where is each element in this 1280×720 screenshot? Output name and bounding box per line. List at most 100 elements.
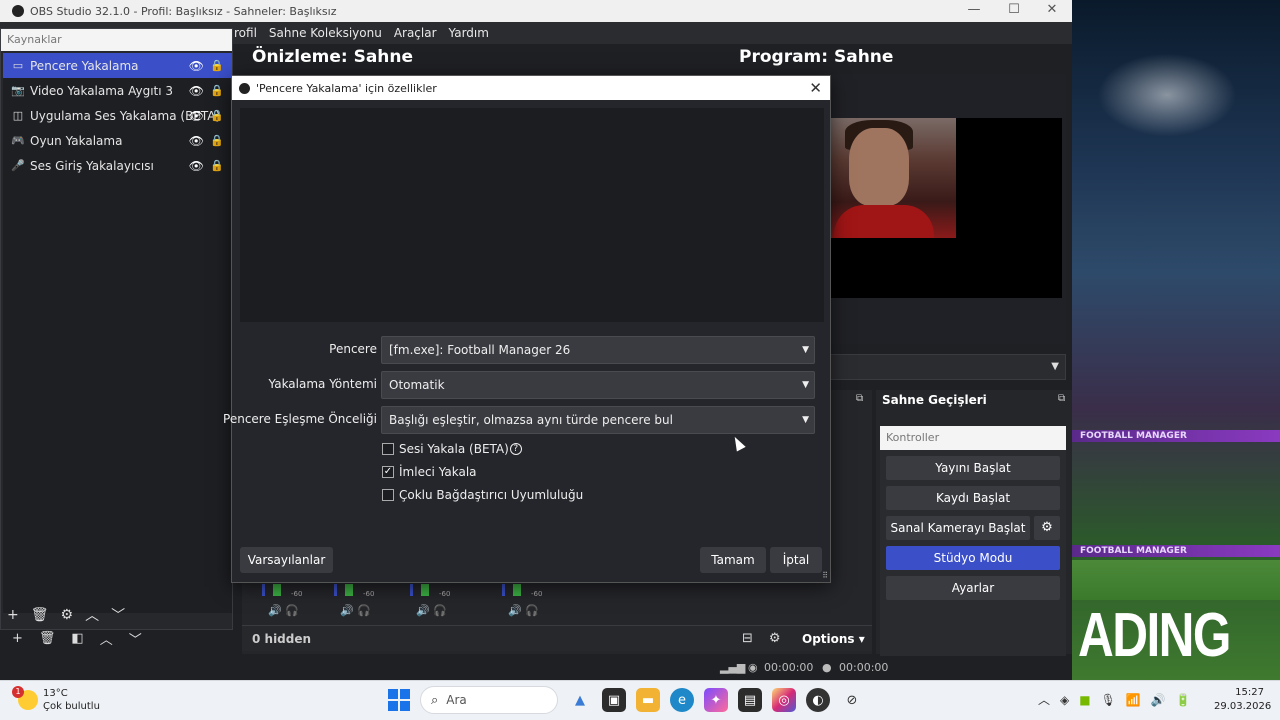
menu-help[interactable]: Yardım: [443, 26, 495, 40]
capture-method-select[interactable]: Otomatik ▼: [381, 371, 815, 399]
eye-icon[interactable]: 👁: [189, 84, 204, 98]
cancel-button[interactable]: İptal: [770, 547, 822, 573]
chevron-down-icon[interactable]: ﹀: [129, 629, 142, 648]
start-virtual-camera-button[interactable]: Sanal Kamerayı Başlat: [886, 516, 1030, 540]
obs-logo-icon: [239, 82, 250, 94]
undock-icon[interactable]: ⧉: [1058, 393, 1065, 404]
eye-icon[interactable]: 👁: [189, 159, 204, 173]
source-item-app-audio[interactable]: ◫ Uygulama Ses Yakalama (BETA) 👁 🔒: [3, 103, 232, 128]
help-icon[interactable]: ?: [509, 443, 522, 455]
undock-icon[interactable]: ⧉: [856, 393, 863, 404]
microphone-icon[interactable]: 🎙: [1101, 693, 1116, 707]
checkbox-checked[interactable]: ✓: [382, 466, 394, 478]
eye-icon[interactable]: 👁: [189, 134, 204, 148]
defaults-button[interactable]: Varsayılanlar: [240, 547, 333, 573]
search-icon: ⌕: [431, 692, 439, 708]
channel-4-controls[interactable]: 🔊 🎧: [508, 604, 539, 617]
channel-2-controls[interactable]: 🔊 🎧: [340, 604, 371, 617]
minimize-button[interactable]: —: [954, 0, 994, 22]
start-record-button[interactable]: Kaydı Başlat: [886, 486, 1060, 510]
match-priority-row: Pencere Eşleşme Önceliği Başlığı eşleşti…: [223, 406, 832, 434]
match-priority-select[interactable]: Başlığı eşleştir, olmazsa aynı türde pen…: [381, 406, 815, 434]
copilot-icon[interactable]: ✦: [704, 688, 728, 712]
chevron-up-icon[interactable]: ︿: [1038, 691, 1050, 708]
edge-browser-icon[interactable]: e: [670, 688, 694, 712]
studio-mode-button[interactable]: Stüdyo Modu: [886, 546, 1060, 570]
microphone-icon: 🎤: [11, 159, 25, 172]
close-icon[interactable]: ✕: [809, 79, 822, 97]
source-item-window-capture[interactable]: ▭ Pencere Yakalama 👁 🔒: [3, 53, 232, 78]
source-item-video-capture[interactable]: 📷 Video Yakalama Aygıtı 3 👁 🔒: [3, 78, 232, 103]
trash-icon[interactable]: 🗑: [31, 607, 49, 623]
lock-icon[interactable]: 🔒: [210, 134, 224, 147]
taskbar-search[interactable]: ⌕ Ara: [420, 686, 558, 714]
nvidia-icon[interactable]: ■: [1079, 693, 1090, 707]
capture-method-label: Yakalama Yöntemi: [268, 377, 377, 391]
multi-adapter-checkbox[interactable]: Çoklu Bağdaştırıcı Uyumluluğu: [382, 486, 583, 504]
lock-icon[interactable]: 🔒: [210, 109, 224, 122]
gear-icon[interactable]: ⚙: [61, 607, 74, 623]
checkbox-unchecked[interactable]: [382, 489, 394, 501]
camera-icon: 📷: [11, 84, 25, 97]
menu-profile[interactable]: rofil: [228, 26, 263, 40]
weather-widget[interactable]: 1 13°C Çok bulutlu: [12, 686, 100, 713]
channel-1-controls[interactable]: 🔊 🎧: [268, 604, 299, 617]
scene-select[interactable]: ▼: [830, 354, 1066, 380]
instagram-icon[interactable]: ◎: [772, 688, 796, 712]
options-button[interactable]: Options ▾: [802, 632, 865, 646]
lock-icon[interactable]: 🔒: [210, 159, 224, 172]
advanced-audio-icon[interactable]: ⚙: [769, 631, 781, 646]
window-titlebar: OBS Studio 32.1.0 - Profil: Başlıksız - …: [0, 0, 1072, 22]
lighthouse-app-icon[interactable]: ▲: [568, 688, 592, 712]
virtual-camera-settings-gear-icon[interactable]: ⚙: [1034, 516, 1060, 540]
add-icon[interactable]: +: [12, 631, 23, 646]
program-camera-person-face: [849, 128, 909, 206]
desktop-wallpaper: FOOTBALL MANAGER FOOTBALL MANAGER ADING: [1072, 0, 1280, 682]
chevron-up-icon[interactable]: ︿: [100, 629, 113, 648]
lock-icon[interactable]: 🔒: [210, 59, 224, 72]
battery-icon[interactable]: 🔋: [1176, 693, 1191, 707]
capture-audio-checkbox[interactable]: Sesi Yakala (BETA) ?: [382, 440, 522, 458]
settings-taskbar-icon[interactable]: ⊘: [840, 688, 864, 712]
chevron-down-icon: ▼: [802, 415, 809, 425]
add-icon[interactable]: +: [7, 607, 19, 623]
obs-taskbar-icon[interactable]: ◐: [806, 688, 830, 712]
start-stream-button[interactable]: Yayını Başlat: [886, 456, 1060, 480]
wallpaper-loading-text: ADING: [1078, 601, 1231, 670]
settings-button[interactable]: Ayarlar: [886, 576, 1060, 600]
wifi-icon[interactable]: 📶: [1126, 693, 1141, 707]
checkbox-unchecked[interactable]: [382, 443, 394, 455]
source-item-game-capture[interactable]: 🎮 Oyun Yakalama 👁 🔒: [3, 128, 232, 153]
window-select[interactable]: [fm.exe]: Football Manager 26 ▼: [381, 336, 815, 364]
mixer-channel-3: -60 🔊 🎧: [410, 584, 450, 624]
wallpaper-pitch: [1072, 560, 1280, 600]
capture-cursor-checkbox[interactable]: ✓ İmleci Yakala: [382, 463, 477, 481]
filter-icon[interactable]: ◧: [71, 631, 83, 646]
sources-dock: Kaynaklar ▭ Pencere Yakalama 👁 🔒 📷 Video…: [0, 28, 233, 630]
windows-start-icon[interactable]: [388, 689, 410, 711]
trash-icon[interactable]: 🗑: [39, 631, 56, 646]
clock-date: 29.03.2026: [1214, 701, 1272, 712]
close-button[interactable]: ✕: [1032, 0, 1072, 22]
dialog-titlebar: 'Pencere Yakalama' için özellikler ✕: [232, 76, 830, 100]
source-item-audio-input[interactable]: 🎤 Ses Giriş Yakalayıcısı 👁 🔒: [3, 153, 232, 178]
ok-button[interactable]: Tamam: [700, 547, 766, 573]
layout-icon[interactable]: ⊟: [742, 631, 753, 646]
eye-icon[interactable]: 👁: [189, 59, 204, 73]
mixer-channel-2: -60 🔊 🎧: [334, 584, 374, 624]
resize-grip-icon[interactable]: ⠿: [822, 571, 828, 580]
eye-icon[interactable]: 👁: [189, 109, 204, 123]
menu-scene-collection[interactable]: Sahne Koleksiyonu: [263, 26, 388, 40]
channel-3-controls[interactable]: 🔊 🎧: [416, 604, 447, 617]
chevron-down-icon[interactable]: ﹀: [111, 605, 125, 625]
lock-icon[interactable]: 🔒: [210, 84, 224, 97]
taskbar-clock[interactable]: 15:27 29.03.2026: [1214, 686, 1272, 714]
volume-icon[interactable]: 🔊: [1151, 693, 1166, 707]
maximize-button[interactable]: ☐: [994, 0, 1034, 22]
task-view-icon[interactable]: ▣: [602, 688, 626, 712]
store-icon[interactable]: ▤: [738, 688, 762, 712]
menu-tools[interactable]: Araçlar: [388, 26, 443, 40]
file-explorer-icon[interactable]: ▬: [636, 688, 660, 712]
chevron-up-icon[interactable]: ︿: [85, 605, 99, 625]
tray-app-icon[interactable]: ◈: [1060, 693, 1069, 707]
